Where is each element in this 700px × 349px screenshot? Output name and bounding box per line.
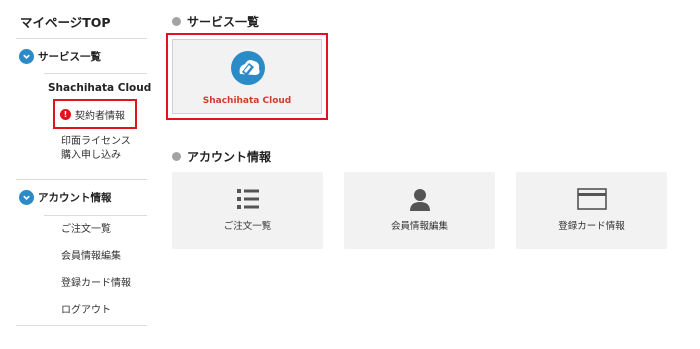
account-title: アカウント情報	[187, 150, 272, 164]
shachihata-cloud-logo-icon	[231, 51, 265, 85]
order-list-card[interactable]: ご注文一覧	[172, 172, 323, 249]
sidebar-item-member-edit[interactable]: 会員情報編集	[61, 250, 121, 264]
alert-icon: !	[60, 108, 71, 120]
divider	[16, 325, 147, 326]
card-label: 会員情報編集	[390, 221, 448, 232]
chevron-down-icon	[19, 190, 34, 205]
sidebar-item-order-list[interactable]: ご注文一覧	[61, 223, 111, 237]
divider	[44, 73, 147, 74]
chevron-down-icon	[19, 49, 34, 64]
member-edit-card[interactable]: 会員情報編集	[344, 172, 495, 249]
credit-card-icon	[576, 188, 607, 210]
service-name: Shachihata Cloud	[202, 96, 292, 106]
sidebar-item-logout[interactable]: ログアウト	[61, 304, 111, 318]
divider	[16, 38, 147, 39]
services-section-label: サービス一覧	[38, 51, 101, 63]
services-heading: サービス一覧	[172, 13, 259, 30]
sidebar-item-seal-license[interactable]: 印面ライセンス 購入申し込み	[61, 135, 131, 163]
card-label: ご注文一覧	[223, 221, 272, 232]
bullet-dot	[172, 17, 181, 26]
divider	[44, 215, 147, 216]
mypage-top-link[interactable]: マイページTOP	[20, 12, 111, 31]
account-section-label: アカウント情報	[38, 192, 112, 204]
services-title: サービス一覧	[187, 15, 260, 29]
account-section-toggle[interactable]: アカウント情報	[19, 190, 112, 205]
account-heading: アカウント情報	[172, 148, 271, 165]
card-label: 登録カード情報	[558, 221, 625, 232]
service-card-highlight: Shachihata Cloud	[166, 33, 328, 120]
shachihata-cloud-card[interactable]: Shachihata Cloud	[172, 39, 322, 114]
divider	[16, 179, 147, 180]
list-icon	[236, 189, 259, 209]
sidebar-item-contract-info[interactable]: ! 契約者情報	[53, 99, 137, 129]
shachihata-cloud-label: Shachihata Cloud	[48, 82, 152, 94]
bullet-dot	[172, 152, 181, 161]
sidebar-item-label: 契約者情報	[75, 110, 125, 122]
services-section-toggle[interactable]: サービス一覧	[19, 49, 101, 64]
card-info-card[interactable]: 登録カード情報	[516, 172, 667, 249]
person-icon	[409, 189, 430, 211]
sidebar-item-card-info[interactable]: 登録カード情報	[61, 277, 131, 291]
